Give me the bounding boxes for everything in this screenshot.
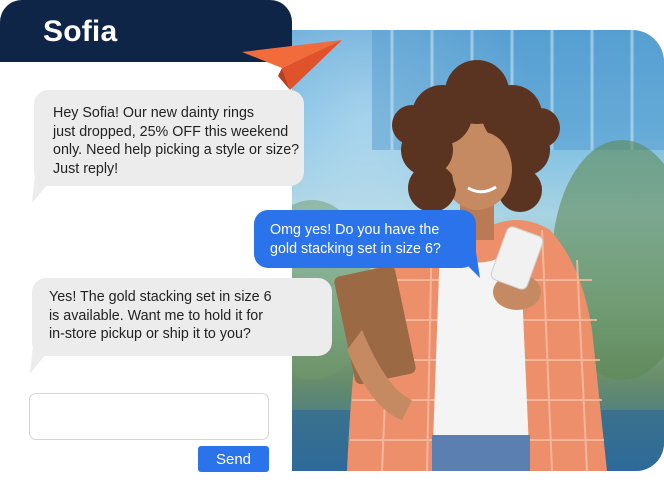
message-bubble-incoming: Hey Sofia! Our new dainty rings just dro…	[34, 90, 304, 186]
message-bubble-incoming: Yes! The gold stacking set in size 6 is …	[32, 278, 332, 356]
message-bubble-outgoing: Omg yes! Do you have the gold stacking s…	[254, 210, 476, 268]
contact-name: Sofia	[43, 15, 118, 48]
send-button[interactable]: Send	[198, 446, 269, 472]
message-input[interactable]	[29, 393, 269, 440]
